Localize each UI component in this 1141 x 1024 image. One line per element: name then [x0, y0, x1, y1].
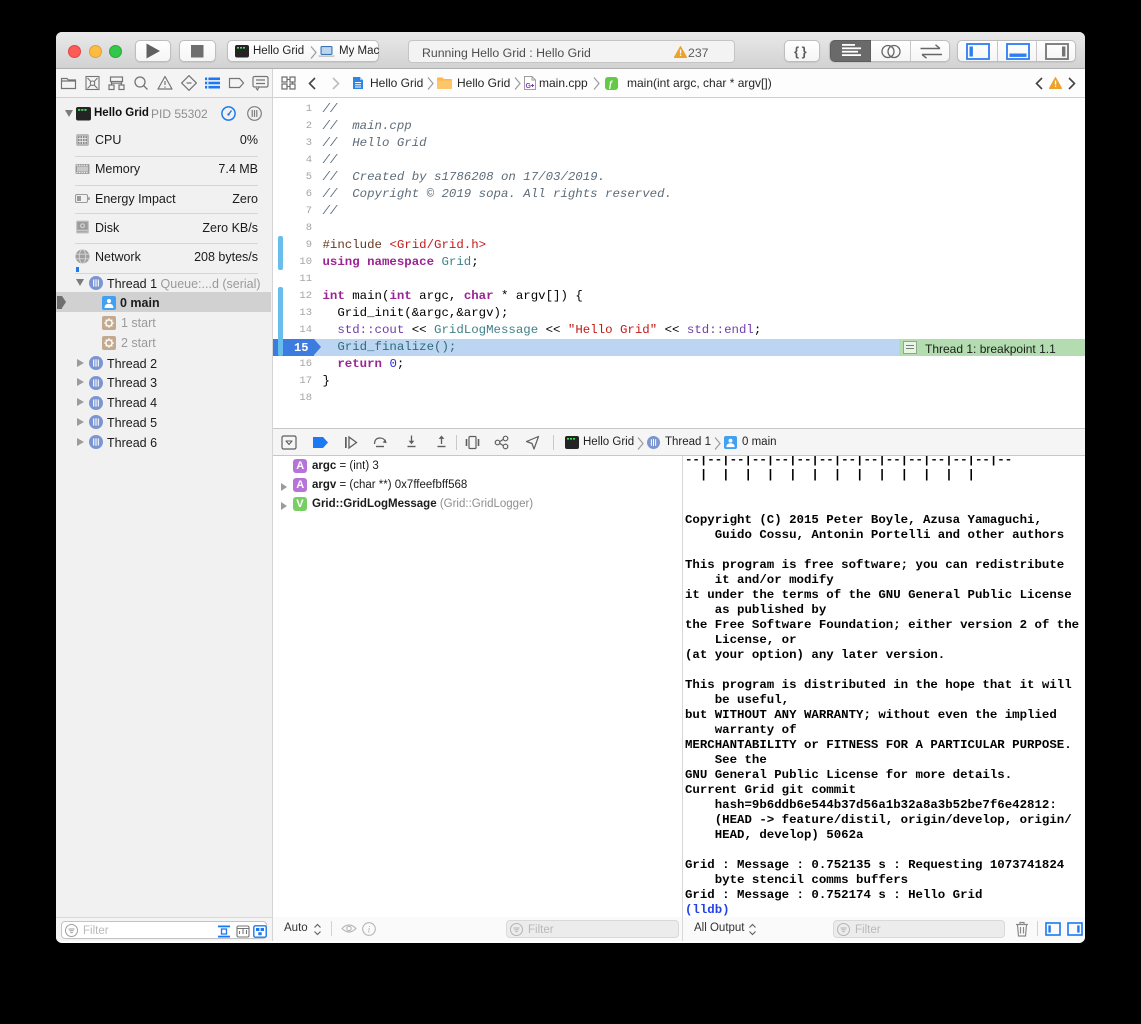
svg-text:i: i [368, 925, 371, 935]
svg-text:G: G [526, 83, 532, 90]
